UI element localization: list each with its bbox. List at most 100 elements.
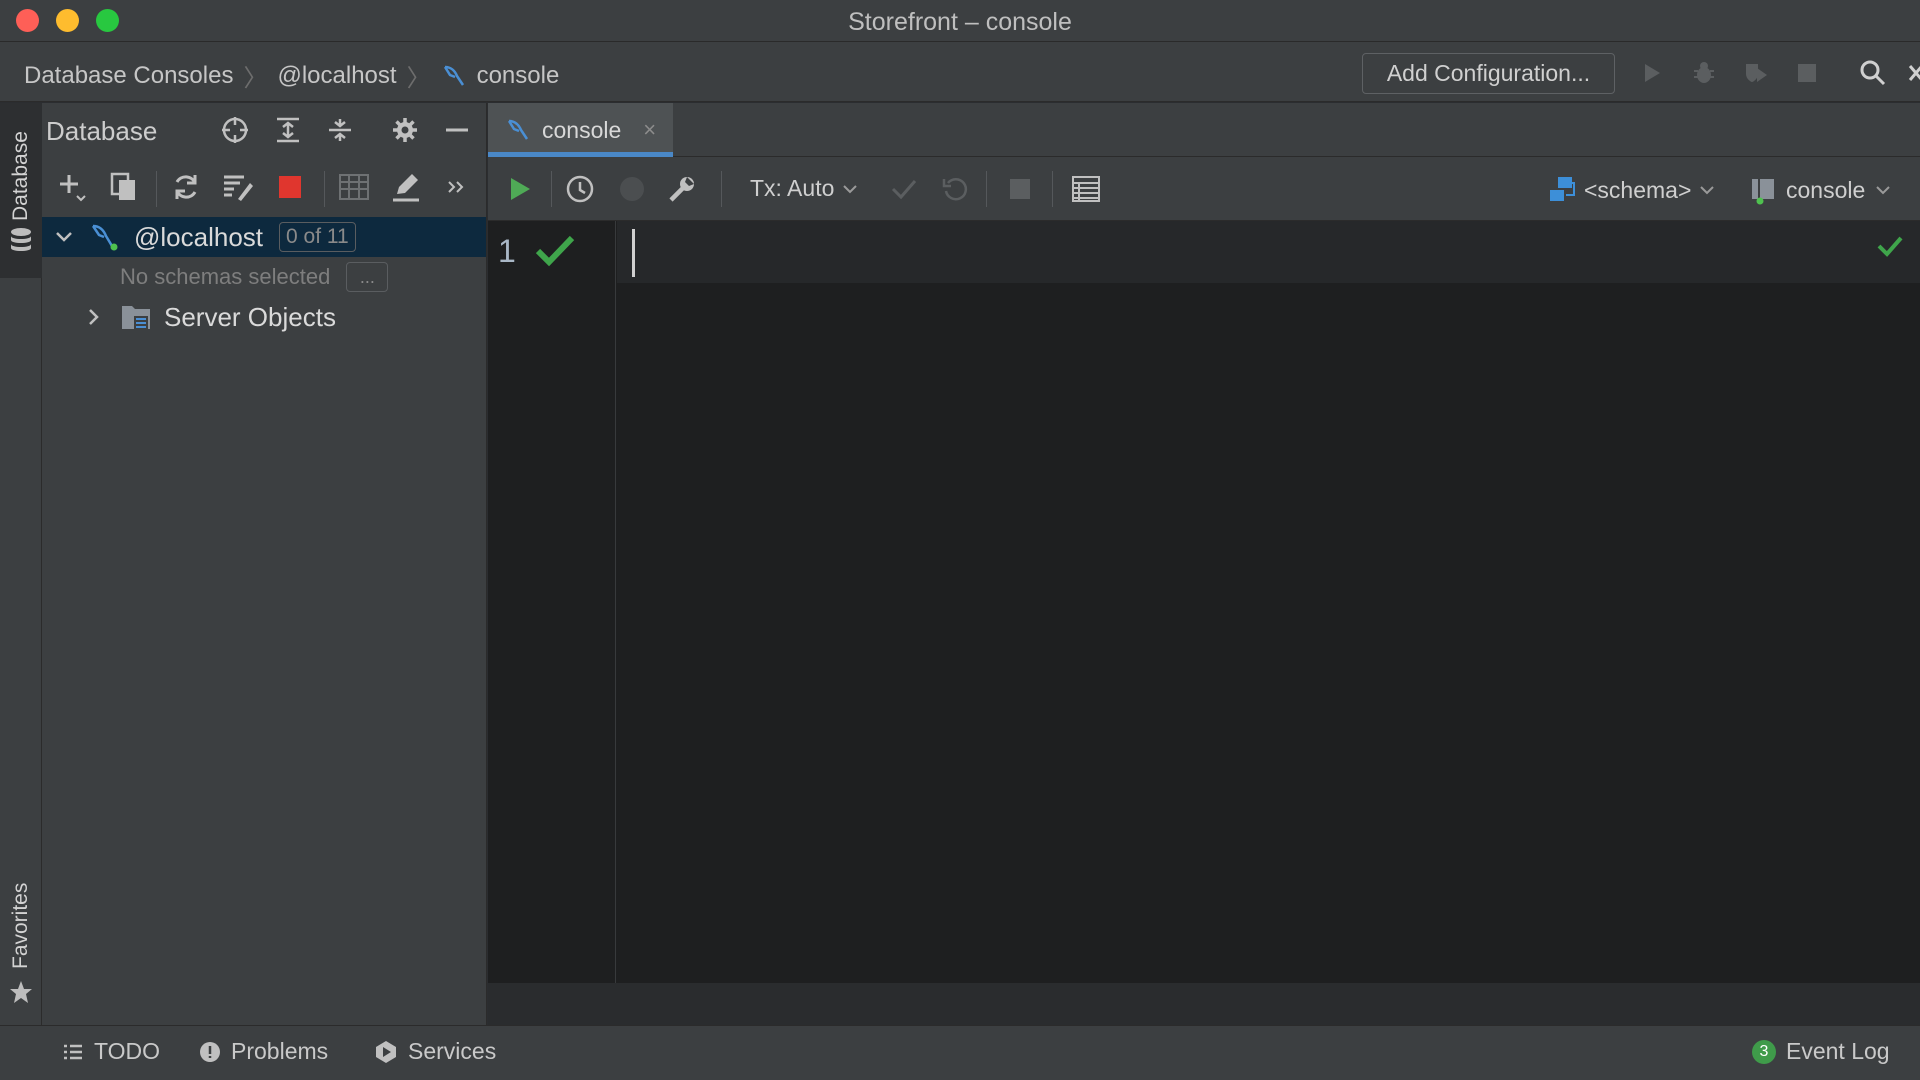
history-icon[interactable] [564, 173, 596, 205]
tree-item-server-objects-label: Server Objects [164, 301, 336, 332]
search-icon[interactable] [1858, 58, 1888, 88]
database-tool-button[interactable]: Database [0, 103, 42, 278]
run-icon[interactable] [1637, 58, 1667, 88]
toolbar-separator [551, 171, 552, 207]
editor-footer [488, 983, 1920, 1025]
wrench-icon[interactable] [666, 173, 698, 205]
commit-icon[interactable] [888, 173, 920, 205]
add-icon[interactable] [56, 171, 88, 203]
mysql-connection-icon [91, 224, 118, 251]
tree-item-localhost[interactable]: @localhost 0 of 11 [42, 217, 486, 257]
statement-ok-check-icon [535, 235, 575, 267]
close-tab-icon[interactable]: × [643, 117, 656, 143]
schema-selector-label: <schema> [1584, 176, 1692, 203]
session-selector[interactable]: console [1750, 175, 1891, 205]
event-count-badge: 3 [1752, 1039, 1776, 1064]
explain-plan-icon[interactable] [616, 173, 648, 205]
folder-icon [122, 306, 150, 329]
rollback-icon[interactable] [939, 173, 971, 205]
schema-count-badge[interactable]: 0 of 11 [279, 222, 356, 252]
todo-tool-button[interactable]: TODO [62, 1038, 160, 1065]
inspection-ok-check-icon[interactable] [1876, 233, 1904, 259]
database-panel: Database @localhost 0 of 11 No schemas s… [42, 103, 487, 1025]
tab-console[interactable]: console × [488, 103, 673, 157]
problems-tool-button[interactable]: Problems [199, 1038, 328, 1065]
database-stack-icon [11, 228, 31, 251]
toolbar-separator [1052, 171, 1053, 207]
chevron-down-icon [1876, 186, 1890, 195]
window-title: Storefront – console [848, 8, 1072, 36]
left-tool-strip: Database Favorites [0, 103, 42, 1025]
bottom-tool-bar: TODO Problems Services 3 Event Log [0, 1025, 1920, 1080]
schema-sync-icon[interactable] [222, 171, 254, 203]
toolbar-separator [156, 171, 157, 207]
breadcrumb-separator-icon: 〉 [243, 65, 268, 92]
locate-icon[interactable] [220, 115, 250, 145]
services-label: Services [408, 1038, 497, 1064]
output-layout-icon[interactable] [1070, 173, 1102, 205]
toolbar-separator [324, 171, 325, 207]
minimize-panel-icon[interactable] [442, 115, 472, 145]
edit-icon[interactable] [390, 171, 422, 203]
info-icon [200, 1041, 220, 1062]
no-schemas-label: No schemas selected [120, 264, 331, 289]
coverage-icon[interactable] [1741, 58, 1771, 88]
favorites-tool-label[interactable]: Favorites [9, 883, 33, 969]
database-panel-header: Database [42, 103, 486, 157]
stop-connection-icon[interactable] [274, 171, 306, 203]
current-line-highlight [617, 221, 1920, 283]
tree-item-localhost-label: @localhost [134, 221, 264, 252]
cancel-statement-icon[interactable] [1004, 173, 1036, 205]
tab-console-label: console [542, 116, 622, 143]
text-caret [632, 229, 635, 277]
line-number: 1 [498, 233, 516, 269]
session-icon [1752, 179, 1774, 205]
editor-gutter: 1 [488, 221, 616, 983]
breadcrumb-console[interactable]: console [477, 62, 560, 90]
problems-label: Problems [231, 1038, 329, 1064]
list-icon [64, 1044, 82, 1059]
title-bar: Storefront – console [0, 0, 1920, 42]
breadcrumb: Database Consoles 〉 @localhost 〉 console [24, 58, 559, 93]
select-schemas-button[interactable]: ... [346, 262, 389, 292]
services-tool-button[interactable]: Services [374, 1038, 496, 1065]
breadcrumb-localhost[interactable]: @localhost [277, 62, 396, 90]
collapse-all-icon[interactable] [325, 115, 355, 145]
schema-selector[interactable]: <schema> [1548, 175, 1715, 205]
toolbar-separator [721, 171, 722, 207]
console-toolbar: Tx: Auto <schema> console [488, 157, 1920, 221]
chevron-right-icon[interactable] [84, 307, 104, 327]
star-icon[interactable] [9, 980, 33, 1004]
chevron-down-icon [843, 184, 858, 193]
transaction-mode-label: Tx: Auto [750, 175, 835, 201]
expand-all-icon[interactable] [273, 115, 303, 145]
breadcrumb-database-consoles[interactable]: Database Consoles [24, 62, 233, 90]
execute-icon[interactable] [504, 173, 536, 205]
debug-icon[interactable] [1689, 58, 1719, 88]
navigation-bar: Database Consoles 〉 @localhost 〉 console… [0, 42, 1920, 102]
tree-item-server-objects[interactable]: Server Objects [42, 297, 486, 337]
duplicate-icon[interactable] [108, 171, 140, 203]
database-tool-label: Database [9, 131, 32, 221]
toolbar-separator [986, 171, 987, 207]
mysql-dolphin-icon [507, 119, 529, 140]
refresh-icon[interactable] [170, 171, 202, 203]
services-play-icon [376, 1040, 396, 1063]
more-tools-icon[interactable] [440, 171, 472, 203]
overflow-icon[interactable] [1906, 58, 1920, 88]
gear-icon[interactable] [390, 115, 420, 145]
session-selector-label: console [1786, 176, 1866, 203]
sql-editor[interactable]: 1 [488, 221, 1920, 983]
chevron-down-icon [1700, 186, 1715, 195]
chevron-down-icon[interactable] [54, 227, 74, 247]
breadcrumb-separator-icon: 〉 [406, 65, 431, 92]
event-log-label: Event Log [1786, 1038, 1890, 1064]
table-icon[interactable] [338, 171, 370, 203]
stop-icon[interactable] [1792, 58, 1822, 88]
database-panel-title: Database [46, 116, 158, 146]
no-schemas-row: No schemas selected ... [42, 257, 486, 297]
add-configuration-button[interactable]: Add Configuration... [1362, 53, 1615, 94]
event-log-tool-button[interactable]: 3 Event Log [1752, 1038, 1890, 1065]
transaction-mode-dropdown[interactable]: Tx: Auto [750, 175, 858, 202]
database-toolbar [42, 157, 486, 217]
